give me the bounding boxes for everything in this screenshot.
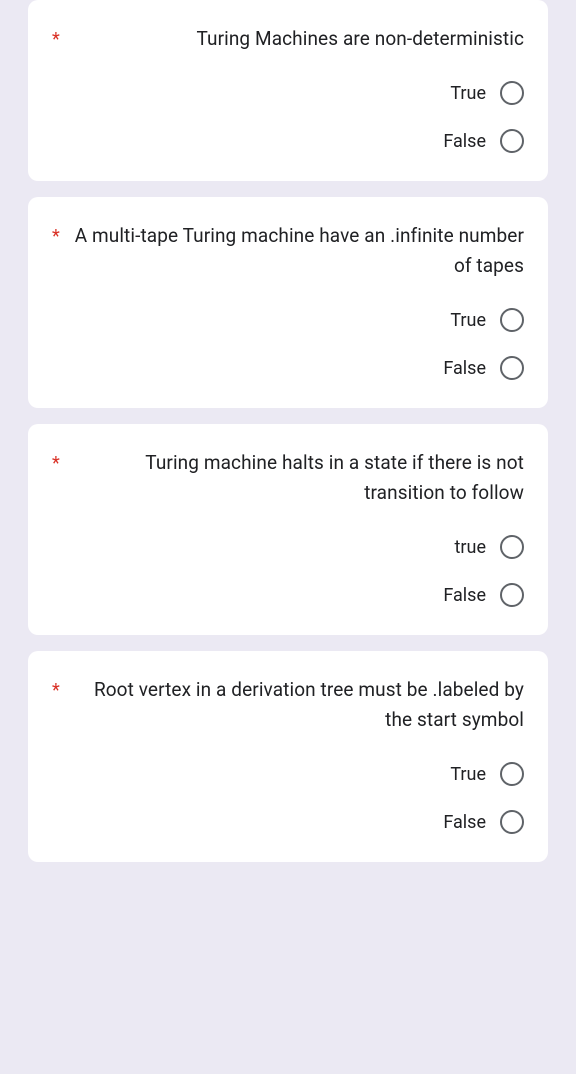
option-label: False (443, 358, 486, 379)
required-indicator: * (52, 24, 60, 53)
option-label: true (455, 537, 486, 558)
option-label: False (443, 131, 486, 152)
option-label: True (450, 310, 486, 331)
option-row[interactable]: False (52, 129, 524, 153)
required-indicator: * (52, 221, 60, 250)
radio-icon[interactable] (500, 308, 524, 332)
question-card: * Turing Machines are non-deterministic … (28, 0, 548, 181)
option-row[interactable]: False (52, 810, 524, 834)
question-card: * Turing machine halts in a state if the… (28, 424, 548, 635)
options-group: True False (52, 762, 524, 834)
options-group: True False (52, 308, 524, 380)
required-indicator: * (52, 448, 60, 477)
option-label: True (450, 764, 486, 785)
radio-icon[interactable] (500, 81, 524, 105)
question-text: Turing machine halts in a state if there… (70, 448, 524, 507)
option-label: False (443, 812, 486, 833)
question-header: * A multi-tape Turing machine have an .i… (52, 221, 524, 280)
question-card: * Root vertex in a derivation tree must … (28, 651, 548, 862)
options-group: true False (52, 535, 524, 607)
option-label: True (450, 83, 486, 104)
option-row[interactable]: True (52, 308, 524, 332)
radio-icon[interactable] (500, 129, 524, 153)
option-row[interactable]: True (52, 762, 524, 786)
radio-icon[interactable] (500, 535, 524, 559)
radio-icon[interactable] (500, 810, 524, 834)
radio-icon[interactable] (500, 762, 524, 786)
option-row[interactable]: True (52, 81, 524, 105)
required-indicator: * (52, 675, 60, 704)
question-text: Turing Machines are non-deterministic (70, 24, 524, 53)
question-header: * Root vertex in a derivation tree must … (52, 675, 524, 734)
question-text: Root vertex in a derivation tree must be… (70, 675, 524, 734)
option-row[interactable]: False (52, 583, 524, 607)
option-row[interactable]: true (52, 535, 524, 559)
option-label: False (443, 585, 486, 606)
radio-icon[interactable] (500, 356, 524, 380)
question-header: * Turing machine halts in a state if the… (52, 448, 524, 507)
question-text: A multi-tape Turing machine have an .inf… (70, 221, 524, 280)
question-header: * Turing Machines are non-deterministic (52, 24, 524, 53)
question-card: * A multi-tape Turing machine have an .i… (28, 197, 548, 408)
radio-icon[interactable] (500, 583, 524, 607)
options-group: True False (52, 81, 524, 153)
option-row[interactable]: False (52, 356, 524, 380)
